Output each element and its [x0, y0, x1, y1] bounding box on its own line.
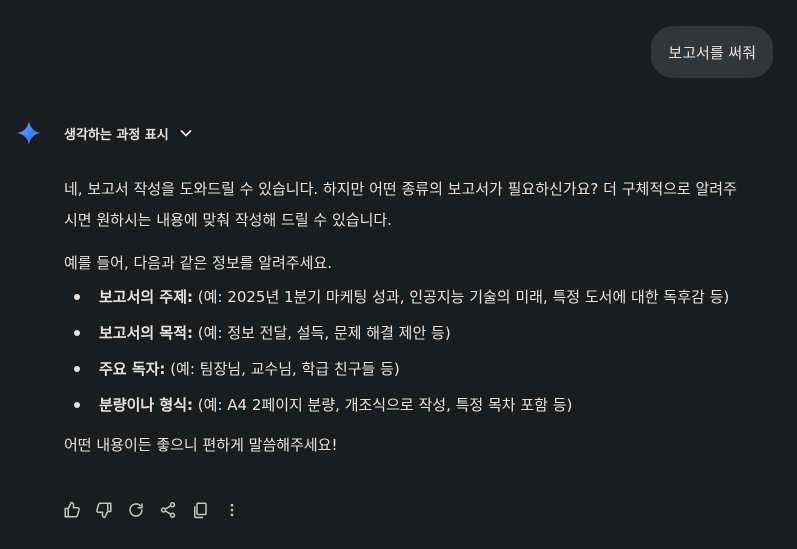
- info-list: 보고서의 주제: (예: 2025년 1분기 마케팅 성과, 인공지능 기술의 …: [64, 279, 784, 423]
- copy-icon: [194, 502, 207, 519]
- response-action-bar: [60, 495, 244, 525]
- more-vert-icon: [230, 503, 234, 517]
- list-item-label: 주요 독자:: [99, 360, 166, 378]
- thumbs-down-icon: [96, 502, 112, 519]
- list-item: 보고서의 주제: (예: 2025년 1분기 마케팅 성과, 인공지능 기술의 …: [64, 279, 784, 315]
- list-item-label: 보고서의 주제:: [99, 288, 194, 306]
- thumbs-up-button[interactable]: [60, 495, 84, 525]
- user-message-text: 보고서를 써줘: [668, 43, 756, 62]
- closing-text: 어떤 내용이든 좋으니 편하게 말씀해주세요!: [64, 436, 338, 454]
- show-thinking-toggle[interactable]: 생각하는 과정 표시: [64, 123, 193, 143]
- chat-page: 보고서를 써줘 생각하는 과정 표시 네, 보고서 작성을 도와드릴 수 있습니…: [0, 0, 797, 549]
- list-intro-text: 예를 들어, 다음과 같은 정보를 알려주세요.: [64, 254, 332, 272]
- more-options-button[interactable]: [220, 495, 244, 525]
- list-item-label: 분량이나 형식:: [99, 396, 194, 414]
- list-item-text: (예: 팀장님, 교수님, 학급 친구들 등): [165, 360, 400, 378]
- response-intro-line-2: 시면 원하시는 내용에 맞춰 작성해 드릴 수 있습니다.: [64, 211, 392, 229]
- list-item: 분량이나 형식: (예: A4 2페이지 분량, 개조식으로 작성, 특정 목차…: [64, 387, 784, 423]
- regenerate-icon: [129, 503, 143, 517]
- user-message-bubble: 보고서를 써줘: [651, 26, 773, 78]
- response-intro-line-1: 네, 보고서 작성을 도와드릴 수 있습니다. 하지만 어떤 종류의 보고서가 …: [64, 180, 737, 198]
- thumbs-up-icon: [64, 501, 80, 518]
- chevron-down-icon: [180, 130, 192, 137]
- share-icon: [160, 502, 176, 518]
- list-item-label: 보고서의 목적:: [99, 324, 194, 342]
- list-item: 주요 독자: (예: 팀장님, 교수님, 학급 친구들 등): [64, 351, 784, 387]
- gemini-sparkle-icon: [17, 121, 41, 145]
- list-item-text: (예: A4 2페이지 분량, 개조식으로 작성, 특정 목차 포함 등): [193, 396, 573, 414]
- list-item-text: (예: 2025년 1분기 마케팅 성과, 인공지능 기술의 미래, 특정 도서…: [193, 288, 730, 306]
- list-item-text: (예: 정보 전달, 설득, 문제 해결 제안 등): [193, 324, 451, 342]
- show-thinking-label: 생각하는 과정 표시: [64, 127, 169, 143]
- assistant-response: 네, 보고서 작성을 도와드릴 수 있습니다. 하지만 어떤 종류의 보고서가 …: [64, 174, 784, 461]
- copy-button[interactable]: [188, 495, 212, 525]
- thumbs-down-button[interactable]: [92, 495, 116, 525]
- regenerate-button[interactable]: [124, 495, 148, 525]
- share-button[interactable]: [156, 495, 180, 525]
- list-item: 보고서의 목적: (예: 정보 전달, 설득, 문제 해결 제안 등): [64, 315, 784, 351]
